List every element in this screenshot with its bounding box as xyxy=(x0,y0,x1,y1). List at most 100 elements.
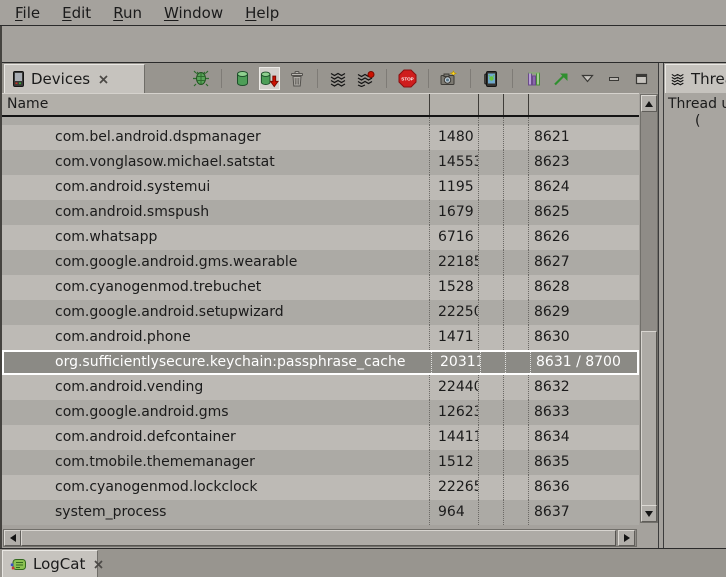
cell-pid: 1512 xyxy=(430,450,479,475)
cell-pid: 1679 xyxy=(430,200,479,225)
dump-threads-icon[interactable] xyxy=(355,67,376,90)
table-row[interactable]: com.cyanogenmod.lockclock222658636 xyxy=(2,475,639,500)
screenshot-icon[interactable] xyxy=(439,67,460,90)
toolbar-separator xyxy=(221,69,222,88)
scroll-down-button[interactable] xyxy=(641,505,657,522)
column-header-3[interactable] xyxy=(504,94,529,115)
logcat-icon xyxy=(10,557,27,572)
cell-c4 xyxy=(504,175,529,200)
close-icon[interactable] xyxy=(94,560,103,569)
stop-process-icon[interactable]: STOP xyxy=(397,67,418,90)
table-row[interactable]: com.google.android.gms126238633 xyxy=(2,400,639,425)
cell-port: 8628 xyxy=(529,275,639,300)
table-header[interactable]: Name xyxy=(2,93,639,117)
cell-pid: 1471 xyxy=(430,325,479,350)
table-row-selected[interactable]: org.sufficientlysecure.keychain:passphra… xyxy=(2,350,639,375)
cell-c4 xyxy=(504,150,529,175)
cell-c4 xyxy=(504,275,529,300)
table-row[interactable]: com.tmobile.thememanager15128635 xyxy=(2,450,639,475)
dump-hprof-icon[interactable] xyxy=(259,67,280,90)
cell-port: 8633 xyxy=(529,400,639,425)
close-icon[interactable] xyxy=(99,75,108,84)
menu-item-window[interactable]: Window xyxy=(153,1,234,25)
vertical-scrollbar-thumb[interactable] xyxy=(641,331,657,506)
cell-port: 8630 xyxy=(529,325,639,350)
gc-icon[interactable] xyxy=(286,67,307,90)
update-heap-icon[interactable] xyxy=(232,67,253,90)
cell-name: com.google.android.gms.wearable xyxy=(2,250,430,275)
table-row[interactable]: system_process9648637 xyxy=(2,500,639,525)
cell-c3 xyxy=(479,275,504,300)
cell-port: 8623 xyxy=(529,150,639,175)
cell-pid: 14411 xyxy=(430,425,479,450)
start-profiling-icon[interactable] xyxy=(550,67,571,90)
cell-port: 8627 xyxy=(529,250,639,275)
cell-pid: 22265 xyxy=(430,475,479,500)
cell-c4 xyxy=(504,425,529,450)
threads-icon xyxy=(671,72,685,86)
device-table-body: com.bel.android.dspmanager14808621com.vo… xyxy=(2,117,639,525)
column-header-2[interactable] xyxy=(479,94,504,115)
menu-item-help[interactable]: Help xyxy=(234,1,290,25)
down-arrow-icon xyxy=(645,511,653,517)
cell-c3 xyxy=(479,450,504,475)
cell-port: 8629 xyxy=(529,300,639,325)
cell-port: 8632 xyxy=(529,375,639,400)
cell-c4 xyxy=(504,200,529,225)
menu-item-run[interactable]: Run xyxy=(102,1,153,25)
scroll-up-button[interactable] xyxy=(641,95,657,112)
cell-pid: 1528 xyxy=(430,275,479,300)
phone-icon xyxy=(12,71,25,87)
horizontal-scrollbar[interactable] xyxy=(3,529,637,547)
cell-port: 8625 xyxy=(529,200,639,225)
table-row[interactable]: com.android.defcontainer144118634 xyxy=(2,425,639,450)
column-header-name[interactable]: Name xyxy=(2,94,430,115)
view-menu-icon[interactable] xyxy=(577,67,598,90)
debug-icon[interactable] xyxy=(190,67,211,90)
horizontal-scrollbar-thumb[interactable] xyxy=(21,530,616,546)
minimize-icon[interactable] xyxy=(604,67,625,90)
menu-bar: FileEditRunWindowHelp xyxy=(0,0,726,26)
table-row[interactable]: com.google.android.gms.wearable221858627 xyxy=(2,250,639,275)
cell-name: com.android.smspush xyxy=(2,200,430,225)
cell-port: 8626 xyxy=(529,225,639,250)
cell-c3 xyxy=(479,300,504,325)
table-row[interactable]: com.cyanogenmod.trebuchet15288628 xyxy=(2,275,639,300)
screen-record-icon[interactable] xyxy=(481,67,502,90)
table-row[interactable]: com.android.vending224408632 xyxy=(2,375,639,400)
table-row[interactable]: com.android.smspush1679 8625 xyxy=(2,200,639,225)
cell-name: com.android.vending xyxy=(2,375,430,400)
tab-threads[interactable]: Threads xyxy=(665,64,726,93)
maximize-icon[interactable] xyxy=(631,67,652,90)
cell-name: com.android.phone xyxy=(2,325,430,350)
cell-port: 8636 xyxy=(529,475,639,500)
cell-port: 8631 / 8700 xyxy=(531,352,637,373)
menu-item-file[interactable]: File xyxy=(4,1,51,25)
method-profiling-icon[interactable] xyxy=(523,67,544,90)
cell-name: org.sufficientlysecure.keychain:passphra… xyxy=(4,352,432,373)
column-header-pid[interactable] xyxy=(430,94,479,115)
cell-c4 xyxy=(504,500,529,525)
menu-item-edit[interactable]: Edit xyxy=(51,1,102,25)
update-threads-icon[interactable] xyxy=(328,67,349,90)
toolbar-separator xyxy=(317,69,318,88)
cell-c3 xyxy=(479,175,504,200)
cell-c3 xyxy=(479,250,504,275)
cell-pid: 6716 xyxy=(430,225,479,250)
tab-logcat[interactable]: LogCat xyxy=(2,550,98,577)
threads-message-line1: Thread up xyxy=(668,96,726,112)
svg-text:STOP: STOP xyxy=(401,77,413,82)
table-row[interactable]: com.bel.android.dspmanager14808621 xyxy=(2,125,639,150)
vertical-scrollbar[interactable] xyxy=(640,94,658,523)
table-row[interactable]: com.whatsapp67168626 xyxy=(2,225,639,250)
cell-port: 8635 xyxy=(529,450,639,475)
table-row[interactable]: com.google.android.setupwizard222508629 xyxy=(2,300,639,325)
tab-devices[interactable]: Devices xyxy=(4,64,145,93)
table-row[interactable]: com.android.phone1471 8630 xyxy=(2,325,639,350)
table-row[interactable]: com.android.systemui11958624 xyxy=(2,175,639,200)
cell-pid: 14553 xyxy=(430,150,479,175)
table-row[interactable]: com.vonglasow.michael.satstat145538623 xyxy=(2,150,639,175)
scroll-left-button[interactable] xyxy=(4,530,21,546)
scroll-right-button[interactable] xyxy=(618,530,635,546)
column-header-port[interactable] xyxy=(529,94,639,115)
